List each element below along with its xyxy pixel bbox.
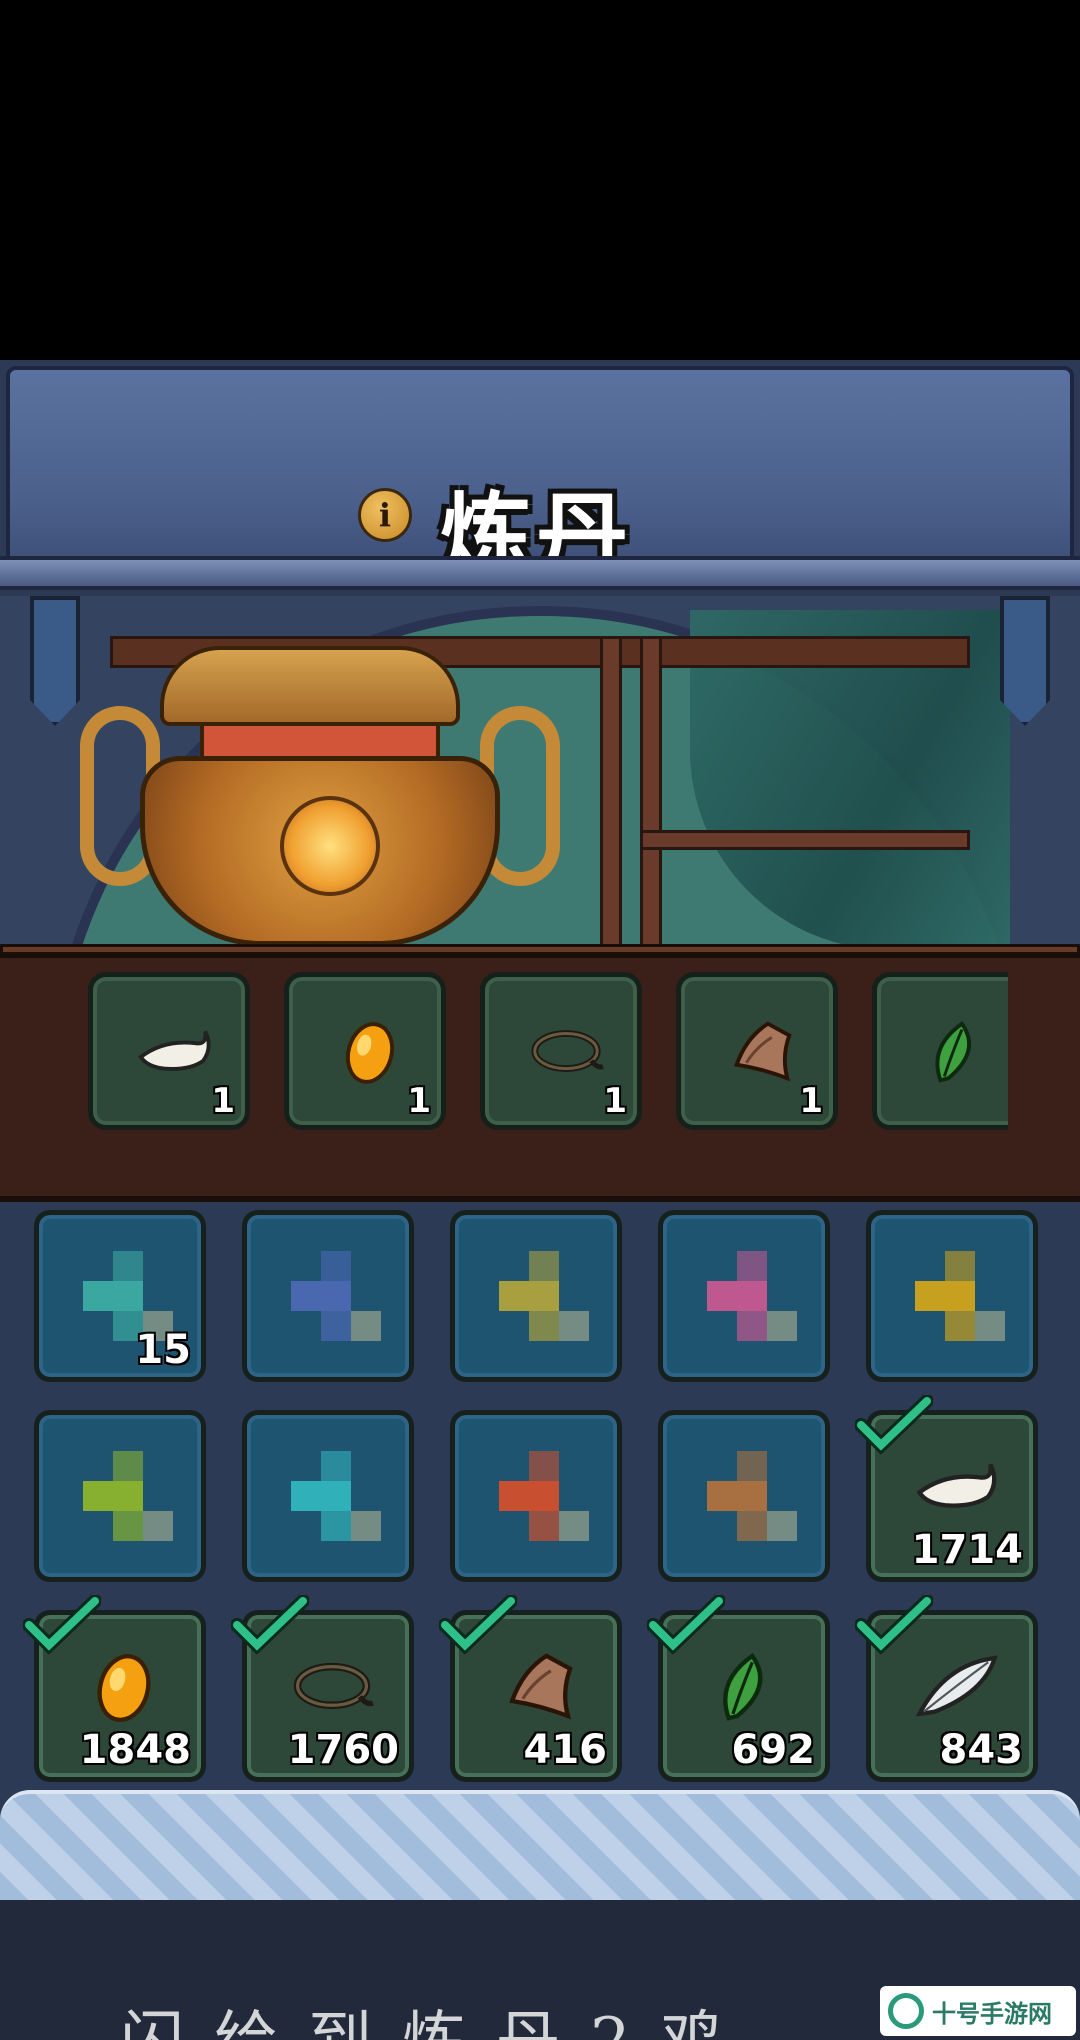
green-leaf-icon	[919, 1017, 997, 1087]
slot-quantity: 1	[211, 1081, 235, 1121]
watermark-text: 十号手游网	[932, 1999, 1052, 2028]
alchemy-scene	[0, 596, 1080, 956]
feather-icon	[913, 1647, 999, 1727]
slot-quantity: 1	[407, 1081, 431, 1121]
blurred-item-icon	[291, 1451, 381, 1541]
inventory-item[interactable]	[242, 1210, 414, 1382]
slot-quantity: 1	[603, 1081, 627, 1121]
blurred-item-icon	[915, 1251, 1005, 1341]
slot-quantity: 1	[799, 1081, 823, 1121]
check-icon	[230, 1594, 310, 1655]
inventory-item[interactable]: 15	[34, 1210, 206, 1382]
title-bar: i 炼丹	[6, 366, 1074, 590]
info-icon[interactable]: i	[358, 488, 412, 542]
inventory-item[interactable]	[242, 1410, 414, 1582]
alchemy-cauldron-icon[interactable]	[80, 626, 560, 956]
inventory-item[interactable]: 1848	[22, 1594, 206, 1782]
check-icon	[854, 1394, 934, 1455]
cauldron-emblem	[280, 796, 380, 896]
banner	[1000, 596, 1050, 726]
amber-gem-icon	[331, 1017, 409, 1087]
rope-coil-icon	[289, 1647, 375, 1727]
blurred-item-icon	[707, 1251, 797, 1341]
blurred-item-icon	[707, 1451, 797, 1541]
item-quantity: 1848	[79, 1727, 191, 1773]
blurred-item-icon	[291, 1251, 381, 1341]
selected-ingredients: 1 1 1 1	[88, 972, 1008, 1132]
inventory-item[interactable]	[450, 1210, 622, 1382]
title-scroll-roll	[0, 556, 1080, 590]
inventory-item[interactable]	[450, 1410, 622, 1582]
item-quantity: 692	[731, 1727, 816, 1773]
inventory-item[interactable]: 843	[854, 1594, 1038, 1782]
green-leaf-icon	[705, 1647, 791, 1727]
blurred-item-icon	[499, 1451, 589, 1541]
ingredient-slot[interactable]	[872, 972, 1008, 1130]
item-quantity: 416	[523, 1727, 608, 1773]
top-letterbox	[0, 0, 1080, 360]
ingredient-slot[interactable]: 1	[88, 972, 250, 1130]
ingredient-slot[interactable]: 1	[284, 972, 446, 1130]
horn-icon	[135, 1017, 213, 1087]
inventory-grid: 15 1714 1848 1760 416 692 843	[22, 1210, 1046, 1810]
leather-hide-icon	[723, 1017, 801, 1087]
ingredient-slot[interactable]: 1	[676, 972, 838, 1130]
banner	[30, 596, 80, 726]
horn-icon	[913, 1447, 999, 1527]
amber-gem-icon	[81, 1647, 167, 1727]
check-icon	[438, 1594, 518, 1655]
inventory-item[interactable]	[34, 1410, 206, 1582]
item-quantity: 843	[939, 1727, 1024, 1773]
alchemy-panel: i 炼丹 1 1 1 1 15 1714 1848 1760 416 692 8…	[0, 360, 1080, 1900]
window-frame	[600, 636, 622, 956]
window-frame	[640, 636, 662, 956]
inventory-item[interactable]	[658, 1210, 830, 1382]
inventory-item[interactable]: 1714	[854, 1394, 1038, 1582]
caption-text: 闪给到炼丹2鸡	[120, 1990, 755, 2040]
cauldron-lid	[160, 646, 460, 726]
blurred-item-icon	[83, 1451, 173, 1541]
watermark: 十号手游网	[880, 1986, 1076, 2036]
leather-hide-icon	[497, 1647, 583, 1727]
blurred-item-icon	[499, 1251, 589, 1341]
inventory-item[interactable]	[658, 1410, 830, 1582]
item-quantity: 1760	[287, 1727, 399, 1773]
inventory-item[interactable]: 416	[438, 1594, 622, 1782]
item-quantity: 15	[135, 1327, 191, 1373]
frost-border	[0, 1790, 1080, 1900]
window-frame	[640, 830, 970, 850]
check-icon	[646, 1594, 726, 1655]
check-icon	[22, 1594, 102, 1655]
rope-coil-icon	[527, 1017, 605, 1087]
check-icon	[854, 1594, 934, 1655]
inventory-item[interactable]	[866, 1210, 1038, 1382]
ingredient-slot[interactable]: 1	[480, 972, 642, 1130]
inventory-item[interactable]: 692	[646, 1594, 830, 1782]
watermark-logo-icon	[888, 1993, 924, 2029]
item-quantity: 1714	[911, 1527, 1023, 1573]
inventory-item[interactable]: 1760	[230, 1594, 414, 1782]
